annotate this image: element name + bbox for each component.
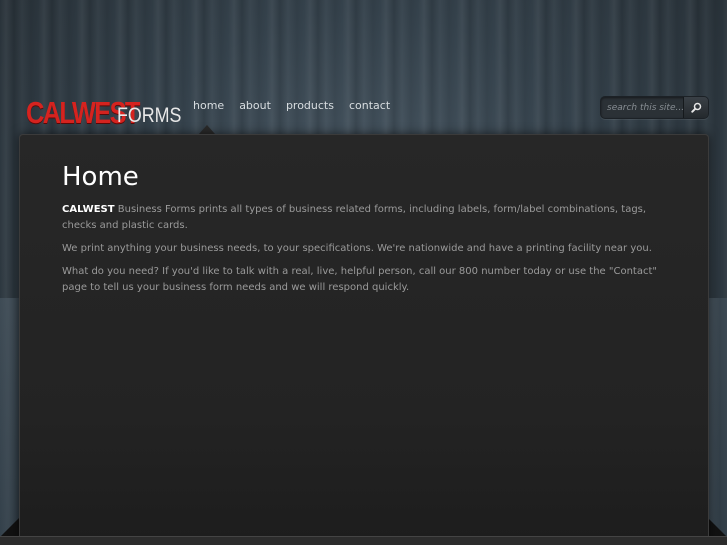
magnifier-icon: [690, 102, 702, 113]
nav-item-home[interactable]: home: [193, 98, 224, 114]
panel-corner-right: [707, 517, 727, 537]
page-title: Home: [62, 162, 139, 192]
page-bottom-bar: [0, 536, 727, 545]
search-input[interactable]: [601, 97, 683, 118]
search-button[interactable]: [683, 97, 708, 118]
logo-sub-text: FORMS: [117, 104, 182, 127]
brand-name: CALWEST: [62, 204, 115, 215]
main-nav: home about products contact: [193, 98, 405, 114]
page-content: CALWEST Business Forms prints all types …: [62, 202, 662, 303]
logo-main-text: CALWEST: [26, 95, 140, 130]
content-panel: Home CALWEST Business Forms prints all t…: [19, 134, 709, 540]
nav-item-products[interactable]: products: [286, 98, 334, 114]
intro-paragraph: CALWEST Business Forms prints all types …: [62, 202, 662, 234]
nav-item-contact[interactable]: contact: [349, 98, 390, 114]
nav-item-about[interactable]: about: [239, 98, 271, 114]
contact-paragraph: What do you need? If you'd like to talk …: [62, 266, 657, 293]
intro-text: Business Forms prints all types of busin…: [62, 204, 647, 231]
panel-corner-left: [0, 517, 20, 537]
site-logo[interactable]: CALWEST FORMS: [26, 94, 193, 128]
active-nav-pointer: [199, 125, 215, 134]
nationwide-paragraph: We print anything your business needs, t…: [62, 243, 652, 254]
search-box: [600, 96, 709, 119]
